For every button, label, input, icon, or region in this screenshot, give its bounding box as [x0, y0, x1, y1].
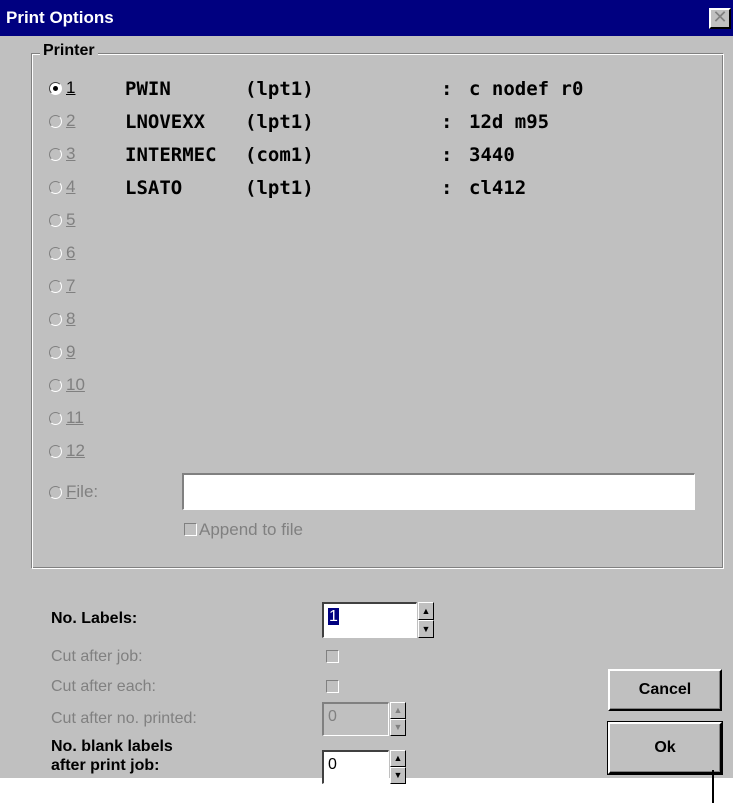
radio-label: 9 [66, 342, 76, 361]
no-blank-labels-input[interactable]: 0 [322, 750, 389, 784]
radio-icon[interactable] [49, 214, 62, 227]
radio-icon[interactable] [49, 313, 62, 326]
radio-icon[interactable] [49, 181, 62, 194]
close-icon: ✕ [712, 7, 728, 27]
window-title: Print Options [6, 8, 114, 27]
radio-icon[interactable] [49, 346, 62, 359]
spin-up-icon[interactable]: ▲ [390, 702, 406, 719]
printer-port: (com1) [245, 144, 314, 166]
radio-icon[interactable] [49, 115, 62, 128]
radio-label: 11 [66, 408, 84, 427]
radio-label: 8 [66, 309, 76, 328]
radio-icon[interactable] [49, 412, 62, 425]
no-labels-input[interactable]: 1 [322, 602, 417, 638]
printer-name: LNOVEXX [125, 111, 206, 133]
radio-label: 1 [66, 78, 76, 97]
radio-label: 7 [66, 276, 76, 295]
append-to-file-checkbox[interactable] [184, 523, 197, 536]
cut-after-no-printed-label: Cut after no. printed: [51, 710, 197, 727]
printer-driver: 3440 [469, 144, 515, 166]
no-blank-labels-spinner[interactable]: ▲ ▼ [390, 750, 406, 784]
radio-icon[interactable] [49, 247, 62, 260]
cut-after-job-checkbox[interactable] [326, 650, 339, 663]
radio-icon[interactable] [49, 82, 62, 95]
radio-label: 5 [66, 210, 76, 229]
printer-separator: : [441, 78, 453, 100]
radio-label: 12 [66, 441, 85, 460]
printer-driver: c nodef r0 [469, 78, 584, 100]
close-button[interactable]: ✕ [709, 8, 731, 29]
title-bar: Print Options ✕ [0, 0, 733, 36]
cancel-button[interactable]: Cancel [608, 669, 722, 711]
spin-down-icon[interactable]: ▼ [390, 767, 406, 784]
radio-icon[interactable] [49, 148, 62, 161]
cut-after-no-printed-input[interactable]: 0 [322, 702, 389, 736]
radio-icon[interactable] [49, 280, 62, 293]
radio-icon[interactable] [49, 445, 62, 458]
printer-driver: cl412 [469, 177, 527, 199]
printer-port: (lpt1) [245, 177, 314, 199]
radio-label: 3 [66, 144, 76, 163]
printer-separator: : [441, 144, 453, 166]
printer-driver: 12d m95 [469, 111, 550, 133]
spin-down-icon[interactable]: ▼ [418, 620, 434, 638]
printer-group-label: Printer [40, 42, 98, 60]
radio-label: 4 [66, 177, 76, 196]
spin-up-icon[interactable]: ▲ [418, 602, 434, 620]
cut-after-no-printed-spinner[interactable]: ▲ ▼ [390, 702, 406, 736]
no-labels-spinner[interactable]: ▲ ▼ [418, 602, 434, 638]
spin-down-icon[interactable]: ▼ [390, 719, 406, 736]
file-label: File: [66, 482, 99, 501]
no-blank-labels-label-line2: after print job: [51, 757, 160, 774]
printer-separator: : [441, 111, 453, 133]
printer-name: PWIN [125, 78, 171, 100]
radio-label: 6 [66, 243, 76, 262]
spin-up-icon[interactable]: ▲ [390, 750, 406, 767]
printer-name: LSATO [125, 177, 183, 199]
cut-after-job-label: Cut after job: [51, 648, 143, 665]
no-blank-labels-label-line1: No. blank labels [51, 738, 173, 755]
append-to-file-label: Append to file [199, 520, 303, 539]
printer-port: (lpt1) [245, 111, 314, 133]
file-path-input[interactable] [182, 473, 695, 510]
printer-name: INTERMEC [125, 144, 217, 166]
printer-port: (lpt1) [245, 78, 314, 100]
radio-icon[interactable] [49, 486, 62, 499]
no-labels-label: No. Labels: [51, 610, 138, 627]
radio-label: 10 [66, 375, 85, 394]
cut-after-each-label: Cut after each: [51, 678, 156, 695]
radio-label: 2 [66, 111, 76, 130]
print-options-dialog: Print Options ✕ Printer 1 2 3 4 5 6 7 8 [0, 0, 733, 784]
text-cursor-bar [712, 770, 714, 803]
radio-icon[interactable] [49, 379, 62, 392]
cut-after-each-checkbox[interactable] [326, 680, 339, 693]
ok-button[interactable]: Ok [607, 721, 723, 775]
printer-separator: : [441, 177, 453, 199]
